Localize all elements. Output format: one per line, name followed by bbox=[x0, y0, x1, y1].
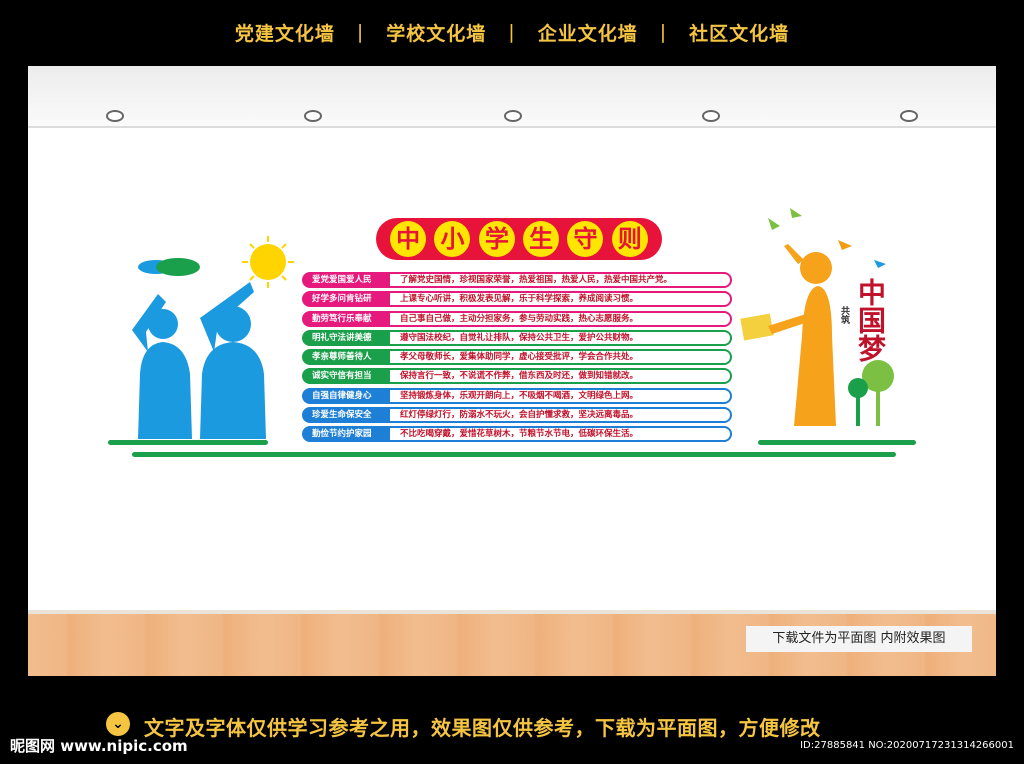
kids-silhouette-icon bbox=[132, 236, 294, 439]
title-char: 中 bbox=[390, 221, 427, 257]
rule-label: 孝亲尊师善待人 bbox=[302, 349, 390, 366]
rules-list: 爱党爱国爱人民 了解党史国情，珍视国家荣誉，热爱祖国，热爱人民，热爱中国共产党。好… bbox=[302, 272, 732, 446]
ceiling-light-icon bbox=[304, 110, 322, 122]
rule-text: 上课专心听讲，积极发表见解，乐于科学探索，养成阅读习惯。 bbox=[390, 291, 732, 308]
rule-row: 爱党爱国爱人民 了解党史国情，珍视国家荣誉，热爱祖国，热爱人民，热爱中国共产党。 bbox=[302, 272, 732, 288]
top-nav: 党建文化墙 | 学校文化墙 | 企业文化墙 | 社区文化墙 bbox=[0, 0, 1024, 64]
rule-label: 勤劳笃行乐奉献 bbox=[302, 310, 390, 327]
ceiling-light-icon bbox=[106, 110, 124, 122]
rule-row: 诚实守信有担当 保持言行一致，不说谎不作弊，借东西及时还，做到知错就改。 bbox=[302, 368, 732, 385]
rule-text: 了解党史国情，珍视国家荣誉，热爱祖国，热爱人民，热爱中国共产党。 bbox=[390, 272, 732, 288]
rule-row: 自强自律健身心 坚持锻炼身体，乐观开朗向上，不吸烟不喝酒，文明绿色上网。 bbox=[302, 387, 732, 404]
rule-label: 勤俭节约护家园 bbox=[302, 426, 390, 443]
board-title: 中 小 学 生 守 则 bbox=[376, 218, 662, 260]
rule-label: 爱党爱国爱人民 bbox=[302, 272, 390, 288]
rule-label: 自强自律健身心 bbox=[302, 387, 390, 404]
ground-line bbox=[758, 440, 916, 445]
nav-item-school[interactable]: 学校文化墙 bbox=[386, 19, 486, 46]
ceiling-light-icon bbox=[900, 110, 918, 122]
nav-item-community[interactable]: 社区文化墙 bbox=[689, 19, 789, 46]
rule-row: 勤劳笃行乐奉献 自己事自己做，主动分担家务，参与劳动实践，热心志愿服务。 bbox=[302, 310, 732, 327]
rule-label: 诚实守信有担当 bbox=[302, 368, 390, 385]
rule-text: 保持言行一致，不说谎不作弊，借东西及时还，做到知错就改。 bbox=[390, 368, 732, 385]
ground-line bbox=[108, 440, 268, 445]
rule-row: 好学多问肯钻研 上课专心听讲，积极发表见解，乐于科学探索，养成阅读习惯。 bbox=[302, 291, 732, 308]
nav-item-party[interactable]: 党建文化墙 bbox=[235, 19, 335, 46]
nav-separator: | bbox=[356, 21, 365, 43]
rule-text: 坚持锻炼身体，乐观开朗向上，不吸烟不喝酒，文明绿色上网。 bbox=[390, 387, 732, 404]
ground-line bbox=[132, 452, 896, 457]
ceiling bbox=[28, 66, 996, 128]
title-char: 小 bbox=[434, 221, 471, 257]
rule-text: 红灯停绿灯行，防溺水不玩火，会自护懂求救，坚决远离毒品。 bbox=[390, 407, 732, 424]
dream-big-text: 中国梦 bbox=[854, 278, 887, 362]
rule-label: 珍爱生命保安全 bbox=[302, 407, 390, 424]
room-mockup: 中 小 学 生 守 则 爱党爱国爱人民 了解党史国情，珍视国家荣誉，热爱祖国，热爱… bbox=[28, 66, 996, 676]
ceiling-light-icon bbox=[702, 110, 720, 122]
rule-row: 孝亲尊师善待人 孝父母敬师长，爱集体助同学，虚心接受批评，学会合作共处。 bbox=[302, 349, 732, 366]
rule-text: 不比吃喝穿戴，爱惜花草树木，节粮节水节电，低碳环保生活。 bbox=[390, 426, 732, 443]
title-char: 则 bbox=[611, 221, 648, 257]
rule-row: 明礼守法讲美德 遵守国法校纪，自觉礼让排队，保持公共卫生，爱护公共财物。 bbox=[302, 329, 732, 346]
rule-label: 好学多问肯钻研 bbox=[302, 291, 390, 308]
rule-row: 珍爱生命保安全 红灯停绿灯行，防溺水不玩火，会自护懂求救，坚决远离毒品。 bbox=[302, 407, 732, 424]
watermark-note: 下载文件为平面图 内附效果图 bbox=[746, 626, 972, 652]
ceiling-light-icon bbox=[504, 110, 522, 122]
image-id: ID:27885841 NO:20200717231314266001 bbox=[800, 740, 1014, 751]
rule-row: 勤俭节约护家园 不比吃喝穿戴，爱惜花草树木，节粮节水节电，低碳环保生活。 bbox=[302, 426, 732, 443]
nav-separator: | bbox=[508, 21, 516, 43]
title-char: 生 bbox=[523, 221, 560, 257]
title-char: 守 bbox=[567, 221, 604, 257]
chevron-down-icon: ⌄ bbox=[106, 712, 130, 736]
rule-text: 孝父母敬师长，爱集体助同学，虚心接受批评，学会合作共处。 bbox=[390, 349, 732, 366]
rule-text: 自己事自己做，主动分担家务，参与劳动实践，热心志愿服务。 bbox=[390, 310, 732, 327]
footer-note: 文字及字体仅供学习参考之用，效果图仅供参考，下载为平面图，方便修改 bbox=[144, 716, 821, 740]
rule-label: 明礼守法讲美德 bbox=[302, 329, 390, 346]
nav-item-enterprise[interactable]: 企业文化墙 bbox=[538, 19, 638, 46]
girl-reading-icon bbox=[740, 208, 894, 426]
nav-separator: | bbox=[659, 21, 668, 43]
brand-logo[interactable]: 昵图网 www.nipic.com bbox=[10, 735, 188, 756]
rule-text: 遵守国法校纪，自觉礼让排队，保持公共卫生，爱护公共财物。 bbox=[390, 329, 732, 346]
title-char: 学 bbox=[478, 221, 515, 257]
